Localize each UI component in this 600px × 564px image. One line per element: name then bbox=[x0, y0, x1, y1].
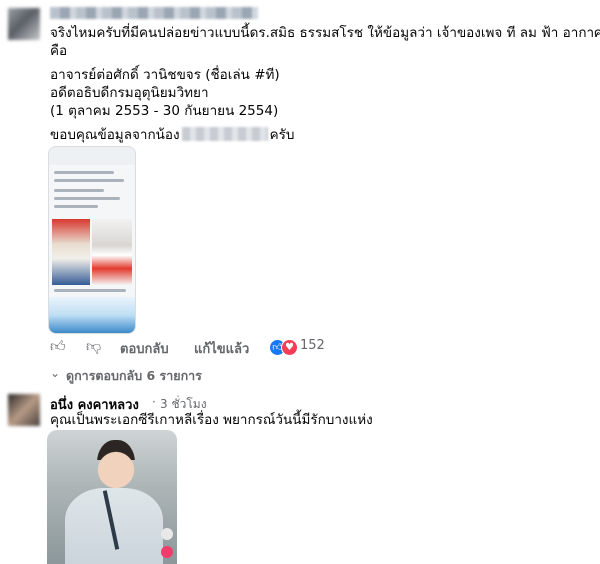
dislike-thumb-icon[interactable]: 👎︎ bbox=[86, 337, 101, 356]
thanks-prefix: ขอบคุณข้อมูลจากน้อง bbox=[50, 127, 180, 143]
thumbnail-text-row bbox=[54, 205, 98, 208]
photo-overlay-icon bbox=[161, 528, 173, 540]
commenter-2-avatar[interactable] bbox=[8, 394, 40, 426]
thumbnail-text-row bbox=[54, 171, 114, 174]
commenter-name-redacted[interactable] bbox=[50, 7, 258, 19]
thumbnail-text-row bbox=[54, 197, 120, 200]
thumbnail-text-row bbox=[54, 179, 124, 182]
comment-text-line-3: อาจารย์ต่อศักดิ์ วานิชขจร (ชื่อเล่น #ที) bbox=[50, 67, 280, 83]
comment-2-text: คุณเป็นพระเอกซีรีเกาหลีเรื่อง พยากรณ์วัน… bbox=[50, 412, 373, 428]
thumbnail-bottom-banner bbox=[49, 297, 135, 333]
reaction-count[interactable]: 152 bbox=[300, 338, 325, 353]
comment-text-line-2: คือ bbox=[50, 43, 68, 59]
commenter-avatar[interactable] bbox=[8, 8, 40, 40]
heart-icon bbox=[161, 546, 173, 558]
thumbnail-second-image bbox=[92, 219, 132, 285]
dot-separator: · bbox=[152, 395, 156, 409]
like-thumb-icon[interactable]: 👍︎ bbox=[50, 337, 66, 356]
thumbnail-text-row bbox=[54, 189, 104, 192]
comment-text-line-1: จริงไหมครับที่มีคนปล่อยข่าวแบบนี้ดร.สมิธ… bbox=[50, 25, 600, 41]
thumbnail-text-row bbox=[54, 289, 126, 292]
attached-photo[interactable] bbox=[47, 430, 177, 564]
comment-thanks-line: ขอบคุณข้อมูลจากน้อง ครับ bbox=[50, 126, 294, 144]
reply-button[interactable]: ตอบกลับ bbox=[120, 338, 169, 359]
thumbnail-header bbox=[49, 147, 135, 165]
thumbnail-portrait-image bbox=[52, 219, 90, 285]
chevron-down-icon[interactable]: ⌄ bbox=[50, 366, 60, 380]
attached-screenshot-thumbnail[interactable] bbox=[48, 146, 136, 334]
photo-person-head bbox=[97, 440, 135, 490]
comment-text-line-4: อดีตอธิบดีกรมอุตุนิยมวิทยา bbox=[50, 85, 209, 101]
redacted-name bbox=[181, 127, 268, 141]
comment-text-line-5: (1 ตุลาคม 2553 - 30 กันยายน 2554) bbox=[50, 103, 279, 119]
love-reaction-icon[interactable]: ♥ bbox=[281, 339, 298, 356]
edited-label: แก้ไขแล้ว bbox=[194, 342, 250, 357]
thanks-suffix: ครับ bbox=[269, 127, 295, 143]
view-replies-link[interactable]: ดูการตอบกลับ 6 รายการ bbox=[66, 366, 202, 386]
